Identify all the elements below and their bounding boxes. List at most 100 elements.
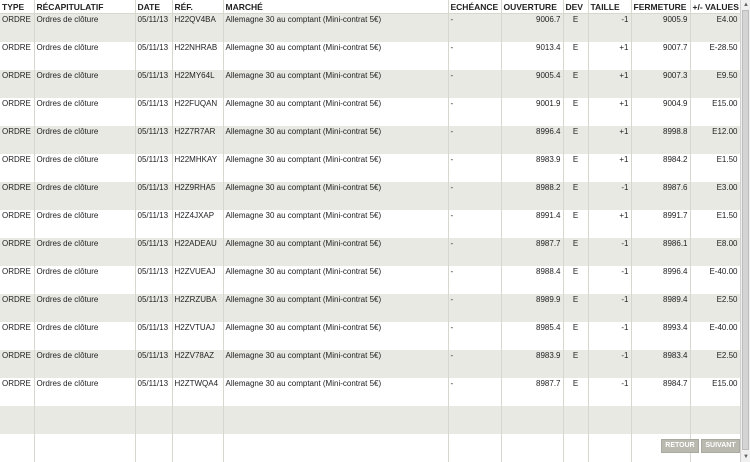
cell-date: 05/11/13 [135,322,173,350]
cell-close: 8987.6 [631,182,691,210]
cell-summary: Ordres de clôture [34,350,136,378]
column-header-market[interactable]: MARCHÉ [223,0,449,14]
column-header-currency[interactable]: DEV [563,0,589,14]
cell-expiry: - [448,322,502,350]
cell-size: -1 [588,182,632,210]
cell-pnl: E-40.00 [690,322,741,350]
table-row[interactable]: ORDRE Ordres de clôture 05/11/13 H2ZRZUBA Al… [0,294,741,322]
table-row[interactable]: ORDRE Ordres de clôture 05/11/13 H22MHKAY Al… [0,154,741,182]
cell-market: Allemagne 30 au comptant (Mini-contrat 5… [223,98,449,126]
empty-cell [135,406,173,434]
cell-ref: H22ADEAU [172,238,224,266]
cell-pnl: E-40.00 [690,266,741,294]
cell-ref: H2ZVTUAJ [172,322,224,350]
cell-ref: H2ZVUEAJ [172,266,224,294]
table-row[interactable]: ORDRE Ordres de clôture 05/11/13 H22QV4BA Al… [0,13,741,42]
cell-size: +1 [588,210,632,238]
cell-expiry: - [448,42,502,70]
cell-market: Allemagne 30 au comptant (Mini-contrat 5… [223,154,449,182]
cell-ref: H22NHRAB [172,42,224,70]
cell-expiry: - [448,350,502,378]
cell-size: +1 [588,70,632,98]
cell-market: Allemagne 30 au comptant (Mini-contrat 5… [223,210,449,238]
table-row[interactable]: ORDRE Ordres de clôture 05/11/13 H22NHRAB Al… [0,42,741,70]
cell-ref: H22MY64L [172,70,224,98]
cell-currency: E [563,98,589,126]
cell-market: Allemagne 30 au comptant (Mini-contrat 5… [223,378,449,406]
cell-expiry: - [448,70,502,98]
empty-cell [588,406,632,434]
table-row[interactable]: ORDRE Ordres de clôture 05/11/13 H22MY64L Al… [0,70,741,98]
empty-cell [172,434,224,462]
cell-currency: E [563,350,589,378]
cell-ref: H2Z9RHA5 [172,182,224,210]
table-row[interactable]: ORDRE Ordres de clôture 05/11/13 H2ZTWQA4 Al… [0,378,741,406]
order-history-table: TYPE RÉCAPITULATIF DATE RÉF. MARCHÉ ECHÉ… [0,0,741,462]
cell-pnl: E4.00 [690,13,741,42]
scrollbar-thumb[interactable] [742,10,749,450]
cell-type: ORDRE [0,238,35,266]
table-row[interactable]: ORDRE Ordres de clôture 05/11/13 H2Z7R7AR Al… [0,126,741,154]
table-row[interactable]: ORDRE Ordres de clôture 05/11/13 H2Z4JXAP Al… [0,210,741,238]
cell-expiry: - [448,126,502,154]
column-header-size[interactable]: TAILLE [588,0,632,14]
cell-date: 05/11/13 [135,182,173,210]
cell-expiry: - [448,182,502,210]
cell-open: 8983.9 [501,154,564,182]
cell-currency: E [563,126,589,154]
empty-cell [0,434,35,462]
column-header-summary[interactable]: RÉCAPITULATIF [34,0,136,14]
cell-expiry: - [448,154,502,182]
cell-date: 05/11/13 [135,126,173,154]
column-header-type[interactable]: TYPE [0,0,35,14]
empty-cell [172,406,224,434]
column-header-pnl[interactable]: +/- VALUES [690,0,741,14]
cell-summary: Ordres de clôture [34,210,136,238]
cell-type: ORDRE [0,154,35,182]
column-header-expiry[interactable]: ECHÉANCE [448,0,502,14]
cell-pnl: E15.00 [690,98,741,126]
cell-open: 8988.4 [501,266,564,294]
triangle-up-icon[interactable]: ▲ [742,1,750,9]
empty-cell [223,406,449,434]
empty-cell [448,406,502,434]
cell-ref: H22QV4BA [172,13,224,42]
cell-close: 9004.9 [631,98,691,126]
cell-summary: Ordres de clôture [34,266,136,294]
cell-ref: H2Z7R7AR [172,126,224,154]
vertical-scrollbar[interactable]: ▲ ▼ [740,0,750,462]
column-header-ref[interactable]: RÉF. [172,0,224,14]
cell-market: Allemagne 30 au comptant (Mini-contrat 5… [223,350,449,378]
cell-pnl: E8.00 [690,238,741,266]
table-row[interactable]: ORDRE Ordres de clôture 05/11/13 H2ZVUEAJ Al… [0,266,741,294]
empty-cell [223,434,449,462]
cell-size: -1 [588,294,632,322]
table-row[interactable]: ORDRE Ordres de clôture 05/11/13 H2Z9RHA5 Al… [0,182,741,210]
cell-type: ORDRE [0,182,35,210]
cell-open: 8991.4 [501,210,564,238]
cell-pnl: E3.00 [690,182,741,210]
cell-summary: Ordres de clôture [34,322,136,350]
column-header-open[interactable]: OUVERTURE [501,0,564,14]
column-header-date[interactable]: DATE [135,0,173,14]
cell-currency: E [563,238,589,266]
table-row[interactable]: ORDRE Ordres de clôture 05/11/13 H2ZVTUAJ Al… [0,322,741,350]
back-button[interactable]: RETOUR [661,439,699,453]
triangle-down-icon[interactable]: ▼ [742,453,750,461]
table-row[interactable]: ORDRE Ordres de clôture 05/11/13 H2ZV78AZ Al… [0,350,741,378]
cell-close: 9007.7 [631,42,691,70]
cell-summary: Ordres de clôture [34,13,136,42]
next-button[interactable]: SUIVANT [701,439,740,453]
cell-pnl: E2.50 [690,294,741,322]
empty-cell [588,434,632,462]
cell-summary: Ordres de clôture [34,126,136,154]
cell-open: 9013.4 [501,42,564,70]
cell-open: 8983.9 [501,350,564,378]
cell-date: 05/11/13 [135,70,173,98]
table-row[interactable]: ORDRE Ordres de clôture 05/11/13 H22FUQAN Al… [0,98,741,126]
column-header-close[interactable]: FERMETURE [631,0,691,14]
table-row[interactable]: ORDRE Ordres de clôture 05/11/13 H22ADEAU Al… [0,238,741,266]
cell-ref: H22FUQAN [172,98,224,126]
cell-close: 8991.7 [631,210,691,238]
cell-open: 8985.4 [501,322,564,350]
